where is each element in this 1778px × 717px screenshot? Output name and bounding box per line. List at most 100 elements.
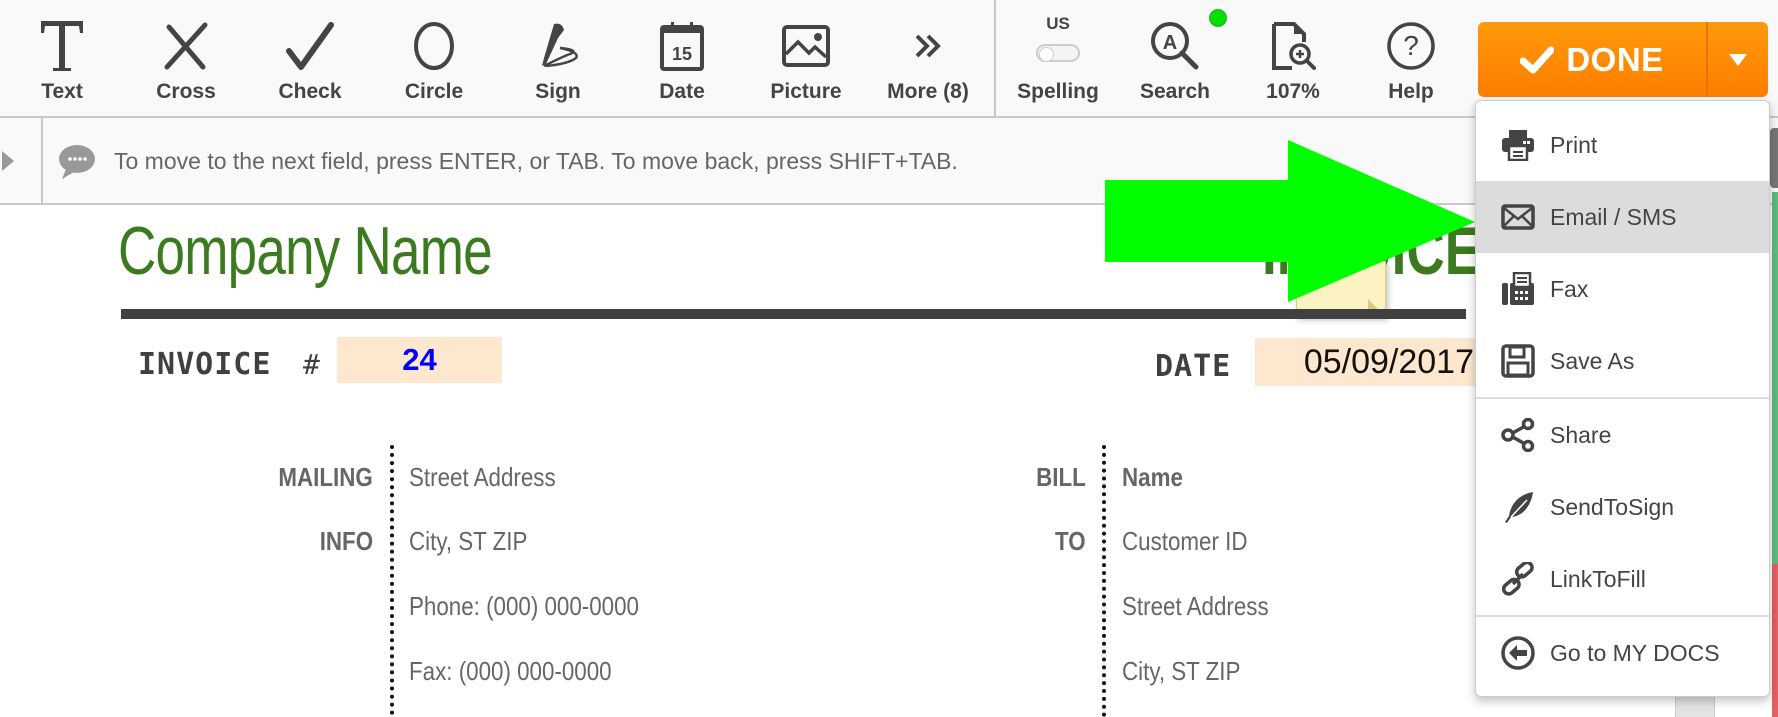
right-panel-green-tab[interactable] <box>1772 192 1778 564</box>
tool-label: Date <box>659 80 705 103</box>
menu-item-share[interactable]: Share <box>1476 399 1769 471</box>
to-label: TO <box>1055 526 1086 556</box>
fax-icon <box>1500 271 1536 307</box>
search-status-dot <box>1209 9 1227 27</box>
zoom-page-icon <box>1263 16 1323 76</box>
tool-label: Picture <box>770 80 842 103</box>
done-split-button: DONE <box>1478 22 1768 97</box>
circle-arrow-left-icon <box>1500 635 1536 671</box>
envelope-icon <box>1500 199 1536 235</box>
tool-label: Sign <box>535 80 581 103</box>
image-icon <box>776 16 836 76</box>
bill-to-line[interactable]: Customer ID <box>1122 526 1247 557</box>
bill-to-line[interactable]: Street Address <box>1122 591 1269 622</box>
check-icon <box>280 16 340 76</box>
text-icon <box>32 16 92 76</box>
share-icon <box>1500 417 1536 453</box>
printer-icon <box>1500 127 1536 163</box>
menu-item-label: Print <box>1550 131 1598 158</box>
tool-date[interactable]: 15 Date <box>620 0 744 116</box>
green-arrow-annotation <box>1105 140 1475 302</box>
speech-bubble-icon <box>58 144 96 185</box>
date-field[interactable]: 05/09/2017 <box>1255 338 1480 386</box>
tool-label: Search <box>1139 80 1211 103</box>
bill-to-divider <box>1102 445 1106 717</box>
help-icon: ? <box>1381 16 1441 76</box>
sidebar-expand-arrow[interactable] <box>0 118 43 203</box>
floppy-disk-icon <box>1500 343 1536 379</box>
invoice-hash: # <box>303 348 320 381</box>
menu-item-linktofill[interactable]: LinkToFill <box>1476 543 1769 615</box>
mailing-line[interactable]: City, ST ZIP <box>409 526 527 557</box>
menu-item-label: SendToSign <box>1550 493 1675 520</box>
mailing-divider <box>390 445 394 715</box>
invoice-number-label: INVOICE <box>138 347 272 382</box>
menu-item-fax[interactable]: Fax <box>1476 253 1769 325</box>
tool-label: Text <box>41 80 83 103</box>
tool-help[interactable]: ? Help <box>1349 0 1473 116</box>
mailing-line[interactable]: Phone: (000) 000-0000 <box>409 591 639 622</box>
tool-label: Spelling <box>1017 80 1099 103</box>
pdf-editor-page: Text Cross Check Circle Sign 15 Date Pic… <box>0 0 1778 717</box>
menu-item-label: Fax <box>1550 275 1589 302</box>
menu-item-label: Email / SMS <box>1550 203 1677 230</box>
tool-zoom[interactable]: 107% <box>1231 0 1355 116</box>
done-dropdown-toggle[interactable] <box>1708 22 1768 97</box>
tool-label: Cross <box>156 80 216 103</box>
tool-text[interactable]: Text <box>0 0 124 116</box>
bill-to-line[interactable]: City, ST ZIP <box>1122 656 1240 687</box>
checkmark-icon <box>1520 46 1555 73</box>
link-icon <box>1500 561 1536 597</box>
mailing-line[interactable]: Fax: (000) 000-0000 <box>409 656 612 687</box>
done-button[interactable]: DONE <box>1478 22 1706 97</box>
double-chevron-right-icon <box>898 16 958 76</box>
menu-item-print[interactable]: Print <box>1476 109 1769 181</box>
bill-to-line[interactable]: Name <box>1122 462 1183 493</box>
menu-item-sendtosign[interactable]: SendToSign <box>1476 471 1769 543</box>
mailing-label: MAILING <box>278 462 373 492</box>
spelling-locale: US <box>1046 14 1070 33</box>
done-dropdown-menu: Print Email / SMS Fax Save As Share Send… <box>1475 100 1770 697</box>
tool-spelling[interactable]: US Spelling <box>996 0 1120 116</box>
bill-label: BILL <box>1036 462 1086 492</box>
mailing-line[interactable]: Street Address <box>409 462 556 493</box>
tool-label: 107% <box>1266 80 1320 103</box>
menu-item-label: Go to MY DOCS <box>1550 639 1720 666</box>
tool-label: Check <box>278 80 342 103</box>
menu-item-go-to-my-docs[interactable]: Go to MY DOCS <box>1476 617 1769 689</box>
menu-item-label: Share <box>1550 421 1612 448</box>
menu-item-label: Save As <box>1550 347 1635 374</box>
company-name[interactable]: Company Name <box>118 212 493 290</box>
hint-text: To move to the next field, press ENTER, … <box>114 148 958 174</box>
svg-text:15: 15 <box>672 44 692 64</box>
right-panel-handle[interactable] <box>1770 128 1778 188</box>
svg-text:A: A <box>1163 32 1177 54</box>
feather-icon <box>1500 489 1536 525</box>
invoice-number-field[interactable]: 24 <box>337 337 502 383</box>
circle-icon <box>404 16 464 76</box>
tool-picture[interactable]: Picture <box>744 0 868 116</box>
pen-sign-icon <box>528 16 588 76</box>
menu-item-label: LinkToFill <box>1550 565 1646 592</box>
menu-item-email-sms[interactable]: Email / SMS <box>1476 181 1769 253</box>
menu-item-save-as[interactable]: Save As <box>1476 325 1769 397</box>
calendar-icon: 15 <box>652 16 712 76</box>
header-rule <box>121 309 1466 319</box>
spelling-toggle[interactable] <box>1036 44 1080 62</box>
tool-label: More (8) <box>887 80 969 103</box>
tool-label: Circle <box>404 80 464 103</box>
info-label: INFO <box>319 526 373 556</box>
cross-icon <box>156 16 216 76</box>
tool-sign[interactable]: Sign <box>496 0 620 116</box>
tool-label: Help <box>1388 80 1434 103</box>
search-icon: A <box>1145 16 1205 76</box>
scrollbar-thumb[interactable] <box>1675 697 1715 717</box>
tool-cross[interactable]: Cross <box>124 0 248 116</box>
svg-text:?: ? <box>1403 30 1419 61</box>
date-label: DATE <box>1155 349 1232 384</box>
tool-check[interactable]: Check <box>248 0 372 116</box>
tool-more[interactable]: More (8) <box>866 0 990 116</box>
tool-circle[interactable]: Circle <box>372 0 496 116</box>
done-label: DONE <box>1566 40 1664 78</box>
right-panel-red-tab[interactable] <box>1772 564 1778 717</box>
